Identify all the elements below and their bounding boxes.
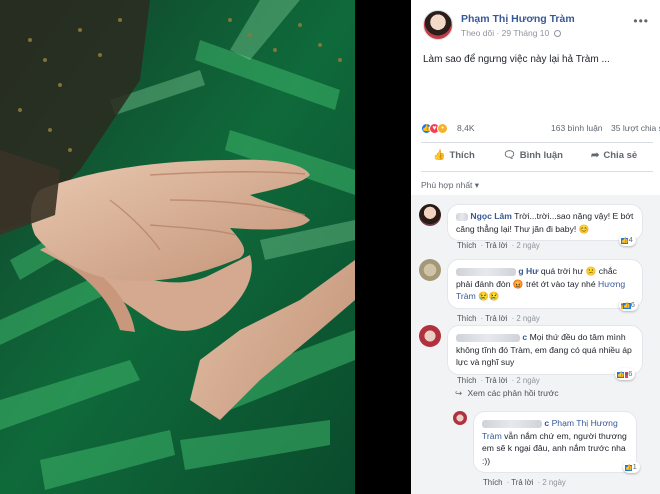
comment-time[interactable]: 2 ngày bbox=[516, 314, 539, 323]
author-name[interactable]: Phạm Thị Hương Tràm bbox=[461, 13, 575, 25]
replier-name[interactable]: c bbox=[544, 418, 549, 428]
post-meta: Theo dõi · 29 Tháng 10 bbox=[461, 28, 561, 38]
emoji-icon: 😢😢 bbox=[478, 291, 500, 301]
comment-react-number: 6 bbox=[630, 300, 635, 309]
share-icon: ➦ bbox=[591, 150, 600, 161]
reaction-emojis: 👍 ♥ • bbox=[421, 122, 448, 135]
comment-reaction-count[interactable]: 👍 4 bbox=[619, 234, 636, 246]
comments-section: Ngọc Lâm Trời...trời...sao nặng vậy! E b… bbox=[411, 195, 660, 494]
author-avatar[interactable] bbox=[423, 10, 453, 40]
comment-like-link[interactable]: Thích bbox=[457, 241, 477, 250]
commenter-avatar[interactable] bbox=[419, 259, 441, 281]
comment-bubble: Ngọc Lâm Trời...trời...sao nặng vậy! E b… bbox=[447, 204, 643, 241]
sad-reaction-icon: • bbox=[437, 123, 448, 134]
caret-down-icon: ▾ bbox=[474, 180, 480, 190]
comment-reply-link[interactable]: Trả lời bbox=[485, 376, 507, 385]
comment-reaction-count[interactable]: 👍 ♥ 6 bbox=[615, 368, 636, 380]
post-photo[interactable] bbox=[0, 0, 355, 494]
reply-like-link[interactable]: Thích bbox=[483, 478, 503, 487]
share-button[interactable]: ➦ Chia sẻ bbox=[591, 150, 637, 161]
reply-item: c Phạm Thị Hương Tràm vẫn nắm chứ em, ng… bbox=[453, 411, 657, 491]
comment-footer: Thích · Trả lời · 2 ngày bbox=[457, 376, 540, 385]
comment-bubble: g Hư quá trời hư 😕 chắc phải đánh đòn 😡 … bbox=[447, 259, 643, 309]
view-previous-replies-label: Xem các phản hồi trước bbox=[467, 388, 559, 398]
reply-footer: Thích · Trả lời · 2 ngày bbox=[483, 478, 566, 487]
like-reaction-icon: 👍 bbox=[625, 465, 633, 471]
divider bbox=[421, 142, 653, 143]
comment-like-link[interactable]: Thích bbox=[457, 314, 477, 323]
blurred-name bbox=[456, 267, 516, 276]
comment-reply-link[interactable]: Trả lời bbox=[485, 241, 507, 250]
comment-like-link[interactable]: Thích bbox=[457, 376, 477, 385]
emoji-icon: 😕 bbox=[585, 266, 597, 276]
share-button-label: Chia sẻ bbox=[603, 150, 638, 161]
sort-label: Phù hợp nhất bbox=[421, 180, 473, 190]
follow-link[interactable]: Theo dõi bbox=[461, 28, 494, 38]
reply-react-number: 1 bbox=[632, 462, 637, 471]
reply-arrow-icon: ↪ bbox=[455, 388, 463, 398]
comment-bubble: c Mọi thứ đều do tâm mình không tĩnh đó … bbox=[447, 325, 643, 375]
comment-button-label: Bình luận bbox=[519, 150, 563, 161]
comment-item: c Mọi thứ đều do tâm mình không tĩnh đó … bbox=[419, 325, 655, 385]
post-actions: 👍 Thích 🗨 Bình luận ➦ Chia sẻ bbox=[421, 146, 653, 168]
commenter-name[interactable]: c bbox=[522, 332, 527, 342]
like-reaction-icon: 👍 bbox=[621, 238, 629, 244]
thumbs-up-icon: 👍 bbox=[433, 150, 446, 161]
like-reaction-icon: 👍 bbox=[617, 372, 625, 378]
blurred-name bbox=[482, 419, 542, 428]
reply-text: vẫn nắm chứ em, người thương em sẽ k ngạ… bbox=[482, 430, 627, 466]
reactions-bar[interactable]: 👍♥• 8,4K 163 bình luận 35 lượt chia sẻ bbox=[421, 122, 660, 136]
comment-text: quá trời hư bbox=[540, 266, 584, 276]
comment-footer: Thích · Trả lời · 2 ngày bbox=[457, 241, 540, 250]
commenter-avatar[interactable] bbox=[419, 204, 441, 226]
emoji-icon: 😊 bbox=[578, 223, 590, 234]
comment-footer: Thích · Trả lời · 2 ngày bbox=[457, 314, 540, 323]
like-reaction-icon: 👍 bbox=[623, 303, 631, 309]
post-side-panel: Phạm Thị Hương Tràm Theo dõi · 29 Tháng … bbox=[411, 0, 660, 494]
like-button-label: Thích bbox=[449, 150, 475, 161]
view-previous-replies-link[interactable]: ↪ Xem các phản hồi trước bbox=[455, 388, 559, 399]
commenter-name[interactable]: g Hư bbox=[518, 266, 538, 276]
comment-time[interactable]: 2 ngày bbox=[516, 376, 539, 385]
post-date[interactable]: 29 Tháng 10 bbox=[502, 28, 550, 38]
comments-count[interactable]: 163 bình luận bbox=[551, 123, 603, 133]
divider bbox=[421, 171, 653, 172]
emoji-icon: 😡 bbox=[512, 278, 524, 289]
blurred-name bbox=[456, 212, 468, 221]
comment-item: Ngọc Lâm Trời...trời...sao nặng vậy! E b… bbox=[419, 204, 655, 256]
globe-icon bbox=[553, 30, 561, 37]
commenter-avatar[interactable] bbox=[419, 325, 441, 347]
comment-react-number: 6 bbox=[628, 369, 633, 378]
comment-text-3: trét ớt vào tay nhé bbox=[525, 278, 596, 289]
comment-reaction-count[interactable]: • 👍 6 bbox=[619, 299, 638, 311]
like-button[interactable]: 👍 Thích bbox=[433, 150, 475, 161]
commenter-name[interactable]: Ngọc Lâm bbox=[470, 211, 512, 221]
comment-react-number: 4 bbox=[628, 235, 633, 244]
photo-hands-on-green-dress bbox=[0, 0, 355, 494]
reply-bubble: c Phạm Thị Hương Tràm vẫn nắm chứ em, ng… bbox=[473, 411, 637, 473]
comment-button[interactable]: 🗨 Bình luận bbox=[503, 150, 563, 161]
shares-count[interactable]: 35 lượt chia sẻ bbox=[611, 123, 660, 133]
comment-icon: 🗨 bbox=[503, 150, 516, 161]
replier-avatar[interactable] bbox=[453, 411, 467, 425]
comment-time[interactable]: 2 ngày bbox=[516, 241, 539, 250]
post-caption: Làm sao để ngưng việc này lại hả Tràm ..… bbox=[423, 54, 610, 65]
reply-reaction-count[interactable]: 👍 1 bbox=[623, 461, 640, 473]
reactions-count[interactable]: 8,4K bbox=[457, 123, 475, 133]
more-options-icon[interactable]: ••• bbox=[633, 14, 649, 28]
photo-viewer-backdrop bbox=[355, 0, 411, 494]
blurred-name bbox=[456, 333, 520, 342]
post-header: Phạm Thị Hương Tràm Theo dõi · 29 Tháng … bbox=[423, 10, 653, 44]
reply-reply-link[interactable]: Trả lời bbox=[511, 478, 533, 487]
comment-reply-link[interactable]: Trả lời bbox=[485, 314, 507, 323]
comment-sort-dropdown[interactable]: Phù hợp nhất ▾ bbox=[421, 180, 479, 191]
reply-time[interactable]: 2 ngày bbox=[542, 478, 565, 487]
comment-item: g Hư quá trời hư 😕 chắc phải đánh đòn 😡 … bbox=[419, 259, 655, 323]
